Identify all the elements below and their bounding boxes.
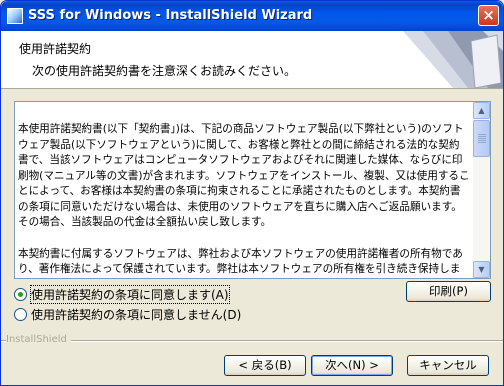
page-title: 使用許諾契約 [19, 42, 92, 56]
license-paragraph: 本使用許諾契約書(以下「契約書」)は、下記の商品ソフトウェア製品(以下弊社という… [18, 123, 470, 228]
close-icon: × [482, 6, 495, 24]
installshield-brand: InstallShield [6, 334, 71, 345]
page-subtitle: 次の使用許諾契約書を注意深くお読みください。 [32, 64, 297, 78]
next-button[interactable]: 次へ(N) > [311, 355, 393, 376]
grip-icon [478, 134, 486, 143]
decline-radio[interactable]: 使用許諾契約の条項に同意しません(D) [14, 306, 241, 323]
license-text-box[interactable]: 本使用許諾契約書(以下「契約書」)は、下記の商品ソフトウェア製品(以下弊社という… [14, 101, 491, 279]
vertical-scrollbar[interactable]: ▲ ▼ [473, 102, 490, 278]
divider [1, 340, 503, 342]
decline-label: 使用許諾契約の条項に同意しません(D) [31, 308, 242, 322]
print-button[interactable]: 印刷(P) [406, 281, 491, 302]
back-button[interactable]: < 戻る(B) [224, 355, 306, 376]
scroll-up-button[interactable]: ▲ [473, 102, 490, 119]
scroll-thumb[interactable] [473, 120, 490, 157]
radio-selected-icon [14, 288, 27, 301]
radio-unselected-icon [14, 308, 27, 321]
license-paragraph: 本契約書に付属するソフトウェアは、弊社および本ソフトウェアの使用許諾権者の所有物… [18, 247, 463, 276]
wizard-body: 本使用許諾契約書(以下「契約書」)は、下記の商品ソフトウェア製品(以下弊社という… [1, 89, 503, 385]
installer-window: SSS for Windows - InstallShield Wizard ×… [0, 0, 504, 386]
close-button[interactable]: × [478, 5, 499, 26]
arrow-up-icon: ▲ [478, 106, 485, 115]
accept-label: 使用許諾契約の条項に同意します(A) [30, 285, 230, 304]
license-text: 本使用許諾契約書(以下「契約書」)は、下記の商品ソフトウェア製品(以下弊社という… [18, 122, 470, 278]
cancel-button[interactable]: キャンセル [407, 355, 489, 376]
window-title: SSS for Windows - InstallShield Wizard [28, 8, 313, 23]
arrow-down-icon: ▼ [478, 265, 485, 274]
accept-radio[interactable]: 使用許諾契約の条項に同意します(A) [14, 285, 230, 304]
installer-app-icon [7, 8, 23, 24]
wizard-header: 使用許諾契約 次の使用許諾契約書を注意深くお読みください。 [1, 31, 503, 89]
title-bar[interactable]: SSS for Windows - InstallShield Wizard × [1, 1, 503, 31]
header-graphic-icon [403, 31, 503, 88]
scroll-down-button[interactable]: ▼ [473, 261, 490, 278]
